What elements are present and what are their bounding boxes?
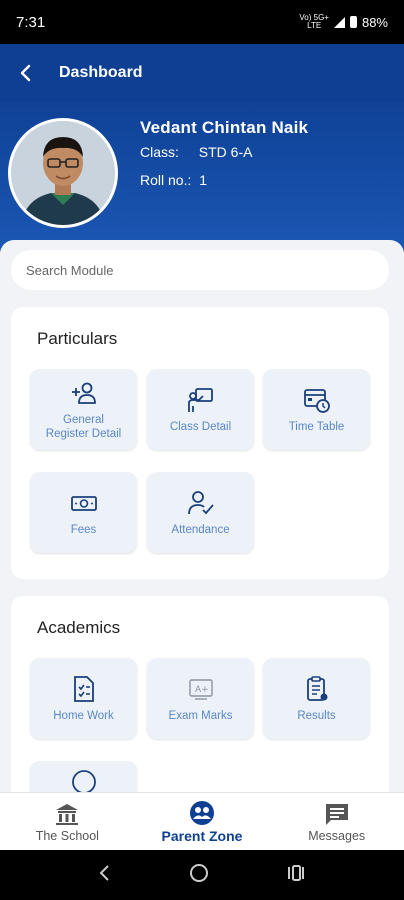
home-circle-icon [189,864,208,882]
roll-label: Roll no.: [140,172,192,188]
student-name: Vedant Chintan Naik [140,118,309,137]
network-type: LTE [307,21,322,30]
section-title-particulars: Particulars [37,329,118,348]
tile-label: Fees [70,523,97,536]
checklist-icon [70,675,98,703]
person-check-icon [187,489,215,517]
banknote-icon [70,489,98,517]
status-time: 7:31 [16,13,46,31]
status-bar: 7:31 Vo) 5G+ LTE 88% [0,0,404,44]
home-work-tile[interactable]: Home Work [30,658,137,739]
school-icon [53,801,81,827]
roll-row: Roll no.: 1 [140,172,207,188]
tile-label: Results [297,709,336,722]
general-register-detail-tile[interactable]: General Register Detail [30,369,137,450]
system-recents-button[interactable] [286,864,306,886]
exam-marks-tile[interactable]: A+ Exam Marks [147,658,254,739]
nav-label: The School [35,828,99,843]
system-home-button[interactable] [189,863,209,887]
circle-icon [70,768,98,792]
class-row: Class: STD 6-A [140,144,252,160]
class-value: STD 6-A [198,144,253,160]
student-photo [11,121,115,225]
grade-icon: A+ [187,675,215,703]
back-button[interactable] [0,44,52,102]
nav-the-school[interactable]: The School [0,793,135,850]
partial-tile[interactable] [30,761,137,792]
class-label: Class: [140,144,179,160]
fees-tile[interactable]: Fees [30,472,137,553]
nav-parent-zone[interactable]: Parent Zone [135,793,270,850]
time-table-tile[interactable]: Time Table [263,369,370,450]
app-bar: Dashboard [0,44,404,102]
academics-card: Academics Home Work A+ Exam Marks Result… [11,596,389,792]
add-person-icon [70,379,98,407]
system-back-button[interactable] [98,864,112,886]
nav-label: Parent Zone [161,827,243,844]
tile-label: Exam Marks [168,709,233,722]
page-title: Dashboard [59,64,143,81]
class-detail-tile[interactable]: Class Detail [147,369,254,450]
recents-icon [287,865,304,881]
parent-zone-icon [188,800,216,826]
attendance-tile[interactable]: Attendance [147,472,254,553]
tile-label: Attendance [171,523,230,536]
back-arrow-icon [20,64,31,82]
signal-icon [333,16,345,28]
system-navigation-bar [0,850,404,900]
nav-label: Messages [308,828,366,843]
presentation-icon [187,386,215,414]
svg-text:A+: A+ [195,685,209,695]
bottom-navigation: The School Parent Zone Messages [0,792,404,850]
particulars-card: Particulars General Register Detail Clas… [11,307,389,579]
content-area: Particulars General Register Detail [0,240,404,792]
avatar [8,118,118,228]
battery-level: 88% [361,14,388,30]
tile-label: Time Table [288,420,345,433]
results-tile[interactable]: Results [263,658,370,739]
battery-icon [349,16,357,28]
message-icon [323,801,351,827]
clipboard-icon [303,675,331,703]
nav-messages[interactable]: Messages [269,793,404,850]
tile-label: Home Work [53,709,114,722]
status-icons: Vo) 5G+ LTE 88% [299,14,388,30]
tile-label: Class Detail [169,420,232,433]
section-title-academics: Academics [37,618,121,637]
network-indicator: Vo) 5G+ LTE [299,14,329,30]
search-input[interactable] [26,262,374,278]
tile-label: General Register Detail [45,413,122,440]
profile-header: Vedant Chintan Naik Class: STD 6-A Roll … [0,102,404,252]
chevron-left-icon [99,865,110,881]
roll-value: 1 [199,172,208,188]
search-bar[interactable] [11,250,389,290]
calendar-clock-icon [303,386,331,414]
